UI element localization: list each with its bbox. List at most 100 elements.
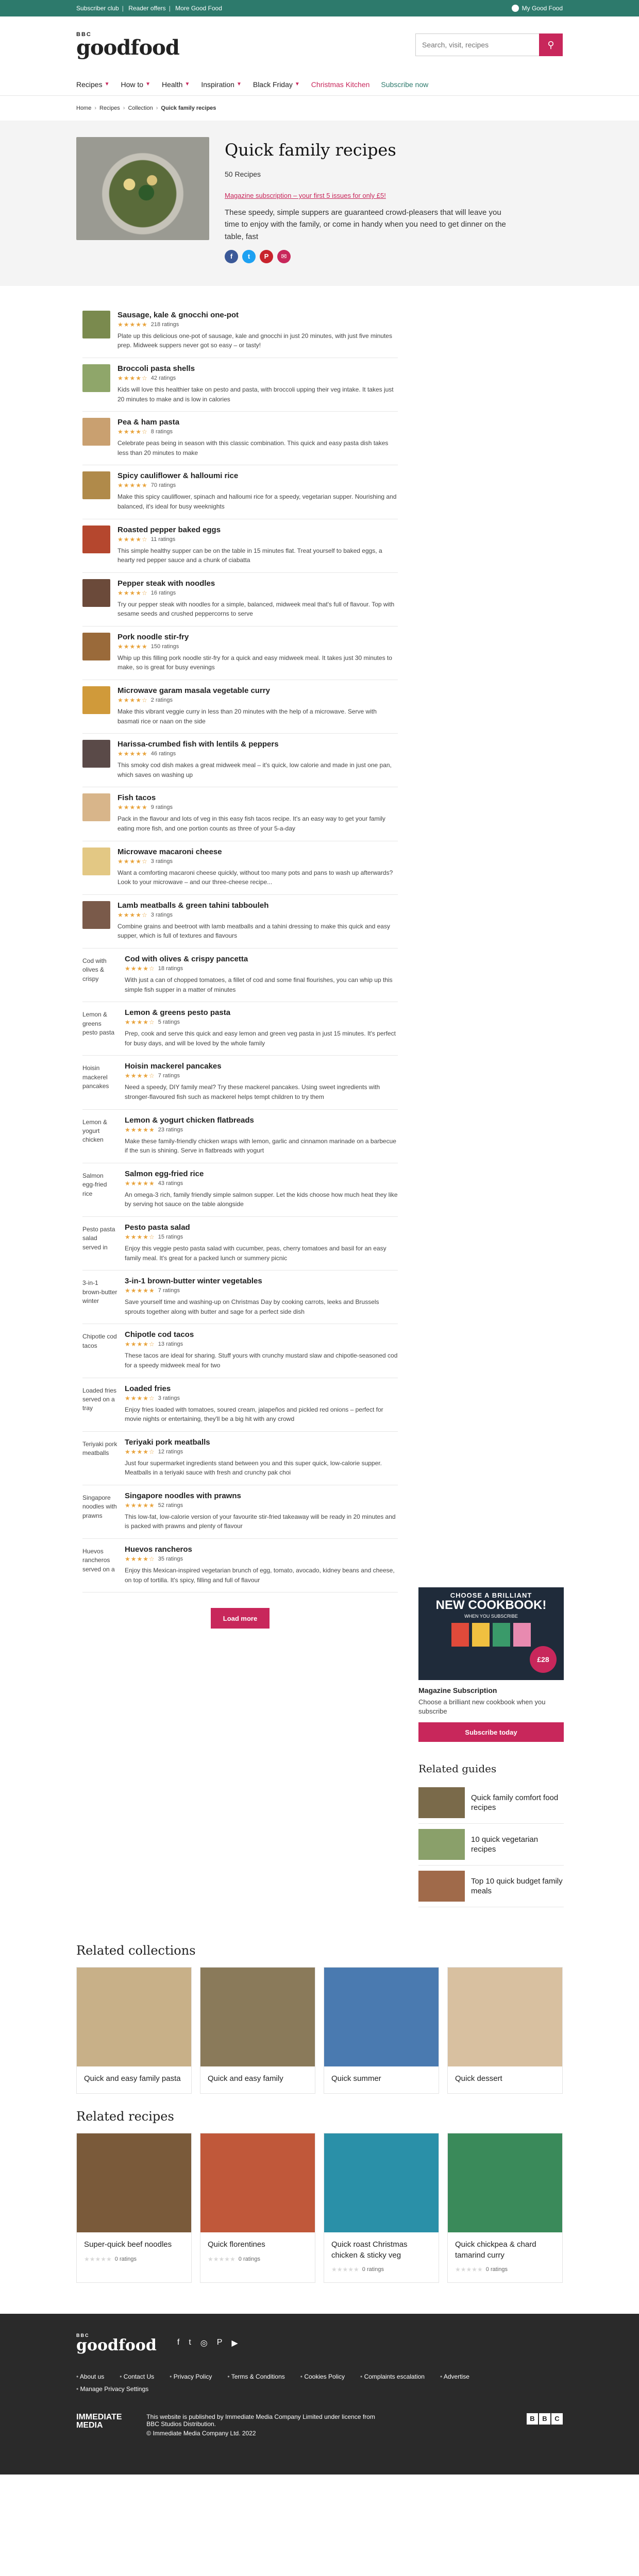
- collection-card[interactable]: Quick summer: [324, 1967, 439, 2094]
- breadcrumb-home[interactable]: Home: [76, 105, 91, 111]
- recipe-title[interactable]: Harissa-crumbed fish with lentils & pepp…: [117, 740, 398, 749]
- nav-item-subscribe[interactable]: Subscribe now: [381, 80, 428, 89]
- recipe-title[interactable]: Lemon & greens pesto pasta: [125, 1008, 398, 1017]
- recipe-card[interactable]: Cod with olives & crispy Cod with olives …: [82, 948, 398, 1003]
- twitter-icon[interactable]: t: [242, 249, 256, 263]
- recipe-image[interactable]: [82, 471, 110, 500]
- collection-card[interactable]: Quick dessert: [447, 1967, 563, 2094]
- recipe-title[interactable]: Teriyaki pork meatballs: [125, 1438, 398, 1447]
- collection-card[interactable]: Quick and easy family: [200, 1967, 315, 2094]
- recipe-card[interactable]: Roasted pepper baked eggs ★★★★☆ 11 ratings…: [82, 519, 398, 573]
- footer-link-terms[interactable]: Terms & Conditions: [227, 2373, 285, 2380]
- breadcrumb-collection[interactable]: Collection: [128, 105, 153, 111]
- recipe-title[interactable]: Loaded fries: [125, 1384, 398, 1393]
- recipe-card[interactable]: Pea & ham pasta ★★★★☆ 8 ratings Celebrate p…: [82, 412, 398, 466]
- search-button[interactable]: ⚲: [539, 33, 563, 56]
- recipe-card[interactable]: Hoisin mackerel pancakes Hoisin mackerel …: [82, 1056, 398, 1110]
- related-guide[interactable]: 10 quick vegetarian recipes: [418, 1824, 564, 1866]
- recipe-card[interactable]: Lemon & yogurt chicken Lemon & yogurt chi…: [82, 1110, 398, 1163]
- facebook-icon[interactable]: f: [225, 249, 238, 263]
- recipe-title[interactable]: Roasted pepper baked eggs: [117, 526, 398, 534]
- related-recipe-card[interactable]: Quick chickpea & chard tamarind curry ★★★…: [447, 2133, 563, 2283]
- footer-link-advertise[interactable]: Advertise: [440, 2373, 469, 2380]
- recipe-card[interactable]: Lamb meatballs & green tahini tabbouleh ★…: [82, 895, 398, 948]
- footer-link-privacy[interactable]: Privacy Policy: [170, 2373, 212, 2380]
- recipe-image[interactable]: [82, 579, 110, 607]
- pinterest-icon[interactable]: P: [260, 249, 273, 263]
- facebook-icon[interactable]: f: [177, 2338, 179, 2348]
- recipe-card[interactable]: Pepper steak with noodles ★★★★☆ 16 ratings…: [82, 573, 398, 626]
- recipe-card[interactable]: Broccoli pasta shells ★★★★☆ 42 ratings Kids…: [82, 358, 398, 412]
- nav-item-inspiration[interactable]: Inspiration ▼: [201, 80, 242, 89]
- footer-link-complaints[interactable]: Complaints escalation: [360, 2373, 425, 2380]
- recipe-card[interactable]: Fish tacos ★★★★★ 9 ratings Pack in the flav…: [82, 787, 398, 841]
- recipe-title[interactable]: Fish tacos: [117, 793, 398, 802]
- pinterest-icon[interactable]: P: [217, 2338, 223, 2348]
- recipe-card[interactable]: Huevos rancheros served on a Huevos ranch…: [82, 1539, 398, 1593]
- recipe-card[interactable]: Sausage, kale & gnocchi one-pot ★★★★★ 218 …: [82, 304, 398, 358]
- recipe-title[interactable]: Spicy cauliflower & halloumi rice: [117, 471, 398, 480]
- nav-item-black-friday[interactable]: Black Friday ▼: [253, 80, 300, 89]
- recipe-card[interactable]: Lemon & greens pesto pasta Lemon & greens…: [82, 1002, 398, 1056]
- recipe-image[interactable]: [82, 364, 110, 392]
- related-recipe-card[interactable]: Quick florentines ★★★★★ 0 ratings: [200, 2133, 315, 2283]
- search-input[interactable]: [415, 33, 539, 56]
- recipe-card[interactable]: Microwave macaroni cheese ★★★★☆ 3 ratings W…: [82, 841, 398, 895]
- recipe-title[interactable]: Microwave macaroni cheese: [117, 848, 398, 856]
- recipe-title[interactable]: Pea & ham pasta: [117, 418, 398, 427]
- recipe-card[interactable]: Chipotle cod tacos Chipotle cod tacos ★★★★…: [82, 1324, 398, 1378]
- recipe-title[interactable]: Huevos rancheros: [125, 1545, 398, 1554]
- recipe-card[interactable]: 3-in-1 brown-butter winter 3-in-1 brown-b…: [82, 1270, 398, 1325]
- twitter-icon[interactable]: t: [189, 2338, 191, 2348]
- nav-item-christmas-kitchen[interactable]: Christmas Kitchen: [311, 80, 370, 89]
- nav-item-how-to[interactable]: How to ▼: [121, 80, 150, 89]
- recipe-image[interactable]: [82, 847, 110, 875]
- recipe-image[interactable]: [82, 793, 110, 822]
- utility-link-more-good-food[interactable]: More Good Food: [175, 5, 222, 12]
- related-recipe-card[interactable]: Super-quick beef noodles ★★★★★ 0 ratings: [76, 2133, 192, 2283]
- recipe-title[interactable]: Hoisin mackerel pancakes: [125, 1062, 398, 1071]
- footer-link-manage-privacy[interactable]: Manage Privacy Settings: [76, 2385, 149, 2393]
- recipe-title[interactable]: Sausage, kale & gnocchi one-pot: [117, 311, 398, 319]
- related-guide[interactable]: Quick family comfort food recipes: [418, 1782, 564, 1824]
- utility-link-subscriber-club[interactable]: Subscriber club: [76, 5, 119, 12]
- recipe-image[interactable]: [82, 525, 110, 553]
- recipe-title[interactable]: Broccoli pasta shells: [117, 364, 398, 373]
- account-link[interactable]: My Good Food: [511, 5, 563, 12]
- recipe-title[interactable]: Pork noodle stir-fry: [117, 633, 398, 641]
- footer-link-contact[interactable]: Contact Us: [120, 2373, 154, 2380]
- load-more-button[interactable]: Load more: [211, 1608, 270, 1629]
- recipe-card[interactable]: Harissa-crumbed fish with lentils & pepp…: [82, 734, 398, 788]
- nav-item-recipes[interactable]: Recipes ▼: [76, 80, 110, 89]
- recipe-card[interactable]: Teriyaki pork meatballs Teriyaki pork mea…: [82, 1432, 398, 1485]
- recipe-title[interactable]: Lamb meatballs & green tahini tabbouleh: [117, 901, 398, 910]
- subscribe-today-button[interactable]: Subscribe today: [418, 1722, 564, 1742]
- footer-logo[interactable]: BBC goodfood: [76, 2333, 157, 2353]
- utility-link-reader-offers[interactable]: Reader offers: [128, 5, 166, 12]
- recipe-title[interactable]: Chipotle cod tacos: [125, 1330, 398, 1339]
- recipe-card[interactable]: Singapore noodles with prawns Singapore n…: [82, 1485, 398, 1539]
- footer-link-about[interactable]: About us: [76, 2373, 104, 2380]
- recipe-title[interactable]: Pesto pasta salad: [125, 1223, 398, 1232]
- recipe-card[interactable]: Pork noodle stir-fry ★★★★★ 150 ratings Whip…: [82, 626, 398, 681]
- subscription-promo-link[interactable]: Magazine subscription – your first 5 iss…: [225, 192, 563, 199]
- recipe-card[interactable]: Spicy cauliflower & halloumi rice ★★★★★ 70…: [82, 465, 398, 519]
- recipe-image[interactable]: [82, 901, 110, 929]
- related-guide[interactable]: Top 10 quick budget family meals: [418, 1866, 564, 1908]
- recipe-card[interactable]: Salmon egg-fried rice Salmon egg-fried ri…: [82, 1163, 398, 1217]
- instagram-icon[interactable]: ◎: [200, 2338, 208, 2348]
- recipe-card[interactable]: Pesto pasta salad served in Pesto pasta s…: [82, 1217, 398, 1271]
- recipe-title[interactable]: Singapore noodles with prawns: [125, 1492, 398, 1500]
- recipe-title[interactable]: Microwave garam masala vegetable curry: [117, 686, 398, 695]
- email-icon[interactable]: ✉: [277, 249, 291, 263]
- collection-card[interactable]: Quick and easy family pasta: [76, 1967, 192, 2094]
- footer-link-cookies[interactable]: Cookies Policy: [300, 2373, 345, 2380]
- recipe-image[interactable]: [82, 418, 110, 446]
- youtube-icon[interactable]: ▶: [231, 2338, 238, 2348]
- recipe-image[interactable]: [82, 686, 110, 715]
- recipe-title[interactable]: 3-in-1 brown-butter winter vegetables: [125, 1277, 398, 1285]
- recipe-image[interactable]: [82, 310, 110, 338]
- recipe-card[interactable]: Microwave garam masala vegetable curry ★★…: [82, 680, 398, 734]
- recipe-image[interactable]: [82, 740, 110, 768]
- related-recipe-card[interactable]: Quick roast Christmas chicken & sticky v…: [324, 2133, 439, 2283]
